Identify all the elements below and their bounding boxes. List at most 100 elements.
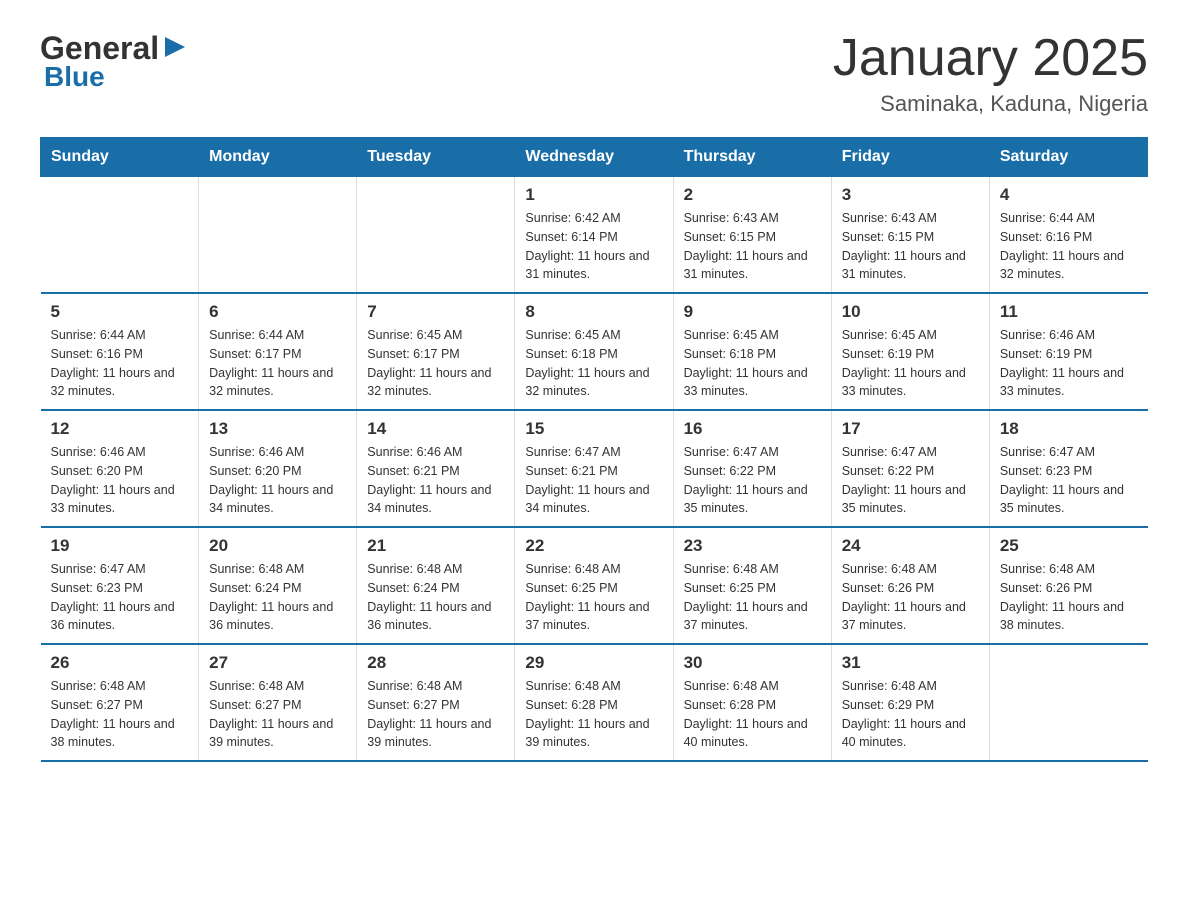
day-info: Sunrise: 6:45 AM Sunset: 6:17 PM Dayligh…	[367, 326, 504, 401]
day-number: 21	[367, 536, 504, 556]
day-info: Sunrise: 6:42 AM Sunset: 6:14 PM Dayligh…	[525, 209, 662, 284]
day-info: Sunrise: 6:47 AM Sunset: 6:22 PM Dayligh…	[842, 443, 979, 518]
day-info: Sunrise: 6:48 AM Sunset: 6:27 PM Dayligh…	[367, 677, 504, 752]
day-number: 23	[684, 536, 821, 556]
calendar-cell: 2Sunrise: 6:43 AM Sunset: 6:15 PM Daylig…	[673, 177, 831, 294]
header-day-sunday: Sunday	[41, 138, 199, 177]
day-info: Sunrise: 6:48 AM Sunset: 6:28 PM Dayligh…	[525, 677, 662, 752]
calendar-cell	[989, 644, 1147, 761]
logo-blue: Blue	[40, 61, 105, 93]
day-number: 30	[684, 653, 821, 673]
calendar-cell: 8Sunrise: 6:45 AM Sunset: 6:18 PM Daylig…	[515, 293, 673, 410]
day-info: Sunrise: 6:44 AM Sunset: 6:17 PM Dayligh…	[209, 326, 346, 401]
calendar-cell: 26 Sunrise: 6:48 AM Sunset: 6:27 PM Dayli…	[41, 644, 199, 761]
day-info: Sunrise: 6:48 AM Sunset: 6:27 PM Dayligh…	[51, 677, 189, 752]
day-number: 25	[1000, 536, 1138, 556]
day-number: 2	[684, 185, 821, 205]
logo-triangle-icon	[161, 33, 189, 61]
header-day-thursday: Thursday	[673, 138, 831, 177]
calendar-cell: 25 Sunrise: 6:48 AM Sunset: 6:26 PM Dayli…	[989, 527, 1147, 644]
calendar-cell: 21 Sunrise: 6:48 AM Sunset: 6:24 PM Dayli…	[357, 527, 515, 644]
calendar-cell: 24 Sunrise: 6:48 AM Sunset: 6:26 PM Dayli…	[831, 527, 989, 644]
calendar-cell: 3 Sunrise: 6:43 AM Sunset: 6:15 PM Daylig…	[831, 177, 989, 294]
day-number: 5	[51, 302, 189, 322]
calendar-cell: 15Sunrise: 6:47 AM Sunset: 6:21 PM Dayli…	[515, 410, 673, 527]
day-info: Sunrise: 6:48 AM Sunset: 6:26 PM Dayligh…	[1000, 560, 1138, 635]
calendar-cell: 10 Sunrise: 6:45 AM Sunset: 6:19 PM Dayli…	[831, 293, 989, 410]
calendar-cell	[199, 177, 357, 294]
logo: General Blue	[40, 30, 189, 93]
day-number: 3	[842, 185, 979, 205]
calendar-header-row: SundayMondayTuesdayWednesdayThursdayFrid…	[41, 138, 1148, 177]
header-day-friday: Friday	[831, 138, 989, 177]
calendar-cell: 27 Sunrise: 6:48 AM Sunset: 6:27 PM Dayli…	[199, 644, 357, 761]
day-number: 24	[842, 536, 979, 556]
calendar-cell: 28 Sunrise: 6:48 AM Sunset: 6:27 PM Dayli…	[357, 644, 515, 761]
day-info: Sunrise: 6:44 AM Sunset: 6:16 PM Dayligh…	[1000, 209, 1138, 284]
day-info: Sunrise: 6:48 AM Sunset: 6:24 PM Dayligh…	[209, 560, 346, 635]
day-number: 27	[209, 653, 346, 673]
day-info: Sunrise: 6:46 AM Sunset: 6:20 PM Dayligh…	[51, 443, 189, 518]
month-title: January 2025	[833, 30, 1148, 87]
day-info: Sunrise: 6:45 AM Sunset: 6:19 PM Dayligh…	[842, 326, 979, 401]
header-day-tuesday: Tuesday	[357, 138, 515, 177]
calendar-cell: 17 Sunrise: 6:47 AM Sunset: 6:22 PM Dayli…	[831, 410, 989, 527]
calendar-week-row: 5 Sunrise: 6:44 AM Sunset: 6:16 PM Daylig…	[41, 293, 1148, 410]
day-info: Sunrise: 6:48 AM Sunset: 6:28 PM Dayligh…	[684, 677, 821, 752]
day-number: 18	[1000, 419, 1138, 439]
calendar-cell: 30 Sunrise: 6:48 AM Sunset: 6:28 PM Dayli…	[673, 644, 831, 761]
calendar-cell: 6 Sunrise: 6:44 AM Sunset: 6:17 PM Daylig…	[199, 293, 357, 410]
day-number: 4	[1000, 185, 1138, 205]
calendar-cell: 19 Sunrise: 6:47 AM Sunset: 6:23 PM Dayli…	[41, 527, 199, 644]
day-number: 28	[367, 653, 504, 673]
day-number: 10	[842, 302, 979, 322]
header-day-monday: Monday	[199, 138, 357, 177]
day-info: Sunrise: 6:48 AM Sunset: 6:24 PM Dayligh…	[367, 560, 504, 635]
calendar-cell: 20 Sunrise: 6:48 AM Sunset: 6:24 PM Dayli…	[199, 527, 357, 644]
day-number: 31	[842, 653, 979, 673]
calendar-cell: 4 Sunrise: 6:44 AM Sunset: 6:16 PM Daylig…	[989, 177, 1147, 294]
day-number: 6	[209, 302, 346, 322]
day-number: 29	[525, 653, 662, 673]
day-number: 20	[209, 536, 346, 556]
day-info: Sunrise: 6:48 AM Sunset: 6:25 PM Dayligh…	[684, 560, 821, 635]
calendar-cell: 16 Sunrise: 6:47 AM Sunset: 6:22 PM Dayli…	[673, 410, 831, 527]
header-day-wednesday: Wednesday	[515, 138, 673, 177]
day-info: Sunrise: 6:44 AM Sunset: 6:16 PM Dayligh…	[51, 326, 189, 401]
day-info: Sunrise: 6:43 AM Sunset: 6:15 PM Dayligh…	[842, 209, 979, 284]
day-info: Sunrise: 6:48 AM Sunset: 6:25 PM Dayligh…	[525, 560, 662, 635]
day-number: 12	[51, 419, 189, 439]
day-info: Sunrise: 6:46 AM Sunset: 6:20 PM Dayligh…	[209, 443, 346, 518]
calendar-cell: 18Sunrise: 6:47 AM Sunset: 6:23 PM Dayli…	[989, 410, 1147, 527]
day-number: 26	[51, 653, 189, 673]
day-info: Sunrise: 6:46 AM Sunset: 6:21 PM Dayligh…	[367, 443, 504, 518]
calendar-cell	[41, 177, 199, 294]
location-subtitle: Saminaka, Kaduna, Nigeria	[833, 91, 1148, 117]
calendar-cell: 12 Sunrise: 6:46 AM Sunset: 6:20 PM Dayli…	[41, 410, 199, 527]
calendar-week-row: 19 Sunrise: 6:47 AM Sunset: 6:23 PM Dayli…	[41, 527, 1148, 644]
day-number: 1	[525, 185, 662, 205]
day-info: Sunrise: 6:47 AM Sunset: 6:21 PM Dayligh…	[525, 443, 662, 518]
day-number: 19	[51, 536, 189, 556]
calendar-cell: 5 Sunrise: 6:44 AM Sunset: 6:16 PM Daylig…	[41, 293, 199, 410]
calendar-table: SundayMondayTuesdayWednesdayThursdayFrid…	[40, 137, 1148, 762]
day-info: Sunrise: 6:48 AM Sunset: 6:26 PM Dayligh…	[842, 560, 979, 635]
calendar-cell: 7Sunrise: 6:45 AM Sunset: 6:17 PM Daylig…	[357, 293, 515, 410]
calendar-cell: 23 Sunrise: 6:48 AM Sunset: 6:25 PM Dayli…	[673, 527, 831, 644]
day-number: 11	[1000, 302, 1138, 322]
calendar-cell: 9Sunrise: 6:45 AM Sunset: 6:18 PM Daylig…	[673, 293, 831, 410]
day-info: Sunrise: 6:48 AM Sunset: 6:27 PM Dayligh…	[209, 677, 346, 752]
calendar-cell: 29 Sunrise: 6:48 AM Sunset: 6:28 PM Dayli…	[515, 644, 673, 761]
day-number: 22	[525, 536, 662, 556]
day-info: Sunrise: 6:47 AM Sunset: 6:23 PM Dayligh…	[51, 560, 189, 635]
calendar-cell: 22 Sunrise: 6:48 AM Sunset: 6:25 PM Dayli…	[515, 527, 673, 644]
calendar-week-row: 26 Sunrise: 6:48 AM Sunset: 6:27 PM Dayli…	[41, 644, 1148, 761]
day-info: Sunrise: 6:45 AM Sunset: 6:18 PM Dayligh…	[684, 326, 821, 401]
title-block: January 2025 Saminaka, Kaduna, Nigeria	[833, 30, 1148, 117]
calendar-cell: 31Sunrise: 6:48 AM Sunset: 6:29 PM Dayli…	[831, 644, 989, 761]
header-day-saturday: Saturday	[989, 138, 1147, 177]
day-number: 17	[842, 419, 979, 439]
day-info: Sunrise: 6:47 AM Sunset: 6:22 PM Dayligh…	[684, 443, 821, 518]
day-number: 16	[684, 419, 821, 439]
calendar-week-row: 12 Sunrise: 6:46 AM Sunset: 6:20 PM Dayli…	[41, 410, 1148, 527]
